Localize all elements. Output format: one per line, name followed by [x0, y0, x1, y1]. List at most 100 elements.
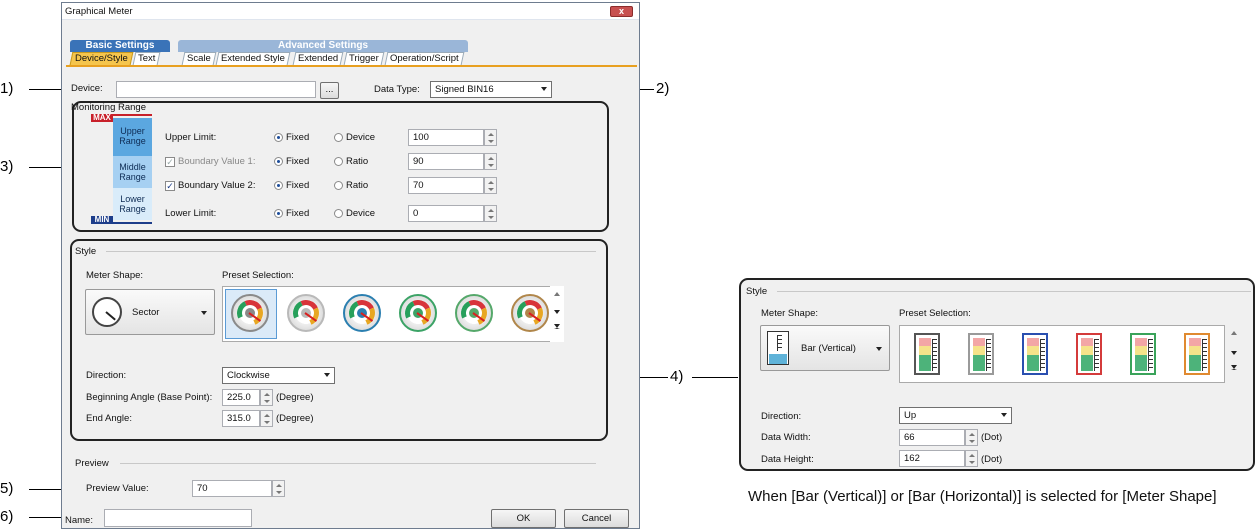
tab-trigger[interactable]: Trigger	[343, 52, 385, 65]
preset-bar-1[interactable]	[914, 333, 940, 375]
upper-limit-spinner[interactable]	[484, 129, 497, 146]
lower-limit-input[interactable]: 0	[408, 205, 484, 222]
boundary-1-ratio-radio[interactable]	[334, 157, 343, 166]
lower-limit-spinner[interactable]	[484, 205, 497, 222]
preset-scrollbar[interactable]	[550, 286, 564, 342]
data-width-spinner[interactable]	[965, 429, 978, 446]
preset-bar-4[interactable]	[1076, 333, 1102, 375]
boundary-1-fixed-radio[interactable]	[274, 157, 283, 166]
bar-direction-value: Up	[904, 410, 917, 421]
preset-sector-2[interactable]	[287, 294, 325, 332]
tab-label: Operation/Script	[390, 53, 459, 64]
bar-vertical-icon	[767, 331, 789, 365]
preview-separator	[120, 463, 596, 464]
device-label: Device:	[71, 83, 103, 94]
scroll-down-icon[interactable]	[1231, 351, 1237, 355]
middle-range-block: Middle Range	[113, 156, 152, 188]
data-height-input[interactable]: 162	[899, 450, 965, 467]
boundary-2-ratio-radio[interactable]	[334, 181, 343, 190]
preset-bar-6[interactable]	[1184, 333, 1210, 375]
end-angle-spinner[interactable]	[260, 410, 273, 427]
scroll-up-icon[interactable]	[1231, 331, 1237, 335]
cancel-button[interactable]: Cancel	[564, 509, 629, 528]
preset-sector-5[interactable]	[455, 294, 493, 332]
lower-limit-device-radio[interactable]	[334, 209, 343, 218]
bar-direction-select[interactable]: Up	[899, 407, 1012, 424]
tab-group-advanced[interactable]: Advanced Settings	[178, 40, 468, 52]
device-input[interactable]	[116, 81, 316, 98]
data-width-input[interactable]: 66	[899, 429, 965, 446]
sector-meter-icon	[92, 297, 122, 327]
preset-sector-4[interactable]	[399, 294, 437, 332]
scroll-end-icon[interactable]	[1231, 365, 1237, 370]
boundary-1-spinner[interactable]	[484, 153, 497, 170]
tab-extended[interactable]: Extended	[292, 52, 344, 65]
data-type-select[interactable]: Signed BIN16	[430, 81, 552, 98]
boundary-2-checkbox[interactable]: ✓	[165, 181, 175, 191]
preview-title: Preview	[75, 458, 109, 469]
tab-label: Extended Style	[221, 53, 285, 64]
scroll-end-icon[interactable]	[554, 324, 560, 329]
preset-sector-1[interactable]	[231, 294, 269, 332]
lower-limit-device-label: Device	[346, 208, 376, 219]
scroll-up-icon[interactable]	[554, 292, 560, 296]
preset-bar-3[interactable]	[1022, 333, 1048, 375]
boundary-1-fixed-label: Fixed	[286, 156, 310, 167]
tab-text[interactable]: Text	[132, 52, 161, 65]
name-input[interactable]	[104, 509, 252, 527]
beginning-angle-unit: (Degree)	[276, 392, 314, 403]
bar-style-panel: Style Meter Shape: Bar (Vertical) Preset…	[739, 278, 1255, 471]
beginning-angle-spinner[interactable]	[260, 389, 273, 406]
bar-preset-list[interactable]	[899, 325, 1225, 383]
tab-scale[interactable]: Scale	[181, 52, 217, 65]
tab-label: Trigger	[349, 53, 379, 64]
upper-limit-device-radio[interactable]	[334, 133, 343, 142]
upper-range-block: Upper Range	[113, 118, 152, 156]
bar-meter-shape-select[interactable]: Bar (Vertical)	[760, 325, 890, 371]
tab-group-basic[interactable]: Basic Settings	[70, 40, 170, 52]
boundary-1-checkbox[interactable]: ✓	[165, 157, 175, 167]
name-label: Name:	[65, 515, 93, 526]
upper-limit-input[interactable]: 100	[408, 129, 484, 146]
preview-value-input[interactable]: 70	[192, 480, 272, 497]
direction-label: Direction:	[86, 370, 127, 381]
preset-selection-list[interactable]	[222, 286, 560, 342]
device-browse-button[interactable]: ...	[320, 82, 339, 99]
close-icon[interactable]: x	[610, 6, 633, 17]
boundary-2-fixed-radio[interactable]	[274, 181, 283, 190]
preset-bar-5[interactable]	[1130, 333, 1156, 375]
scroll-down-icon[interactable]	[554, 310, 560, 314]
preview-value-spinner[interactable]	[272, 480, 285, 497]
bar-preset-scrollbar[interactable]	[1227, 325, 1241, 383]
dialog-title: Graphical Meter	[65, 6, 133, 17]
direction-value: Clockwise	[227, 370, 270, 381]
tab-device-style[interactable]: Device/Style	[69, 52, 134, 65]
data-height-spinner[interactable]	[965, 450, 978, 467]
data-width-label: Data Width:	[761, 432, 811, 443]
ok-button[interactable]: OK	[491, 509, 556, 528]
beginning-angle-label: Beginning Angle (Base Point):	[86, 392, 213, 403]
boundary-2-ratio-label: Ratio	[346, 180, 369, 191]
callout-3: 3)	[0, 158, 14, 175]
lower-limit-fixed-radio[interactable]	[274, 209, 283, 218]
direction-select[interactable]: Clockwise	[222, 367, 335, 384]
beginning-angle-input[interactable]: 225.0	[222, 389, 260, 406]
tab-underline	[66, 65, 637, 67]
boundary-2-input[interactable]: 70	[408, 177, 484, 194]
meter-shape-select[interactable]: Sector	[85, 289, 215, 335]
tab-extended-style[interactable]: Extended Style	[215, 52, 291, 65]
preset-sector-3[interactable]	[343, 294, 381, 332]
preset-sector-6[interactable]	[511, 294, 549, 332]
boundary-2-fixed-label: Fixed	[286, 180, 310, 191]
boundary-2-spinner[interactable]	[484, 177, 497, 194]
upper-limit-fixed-radio[interactable]	[274, 133, 283, 142]
meter-shape-value: Sector	[132, 307, 160, 318]
preset-bar-2[interactable]	[968, 333, 994, 375]
boundary-1-input[interactable]: 90	[408, 153, 484, 170]
tab-operation-script[interactable]: Operation/Script	[384, 52, 465, 65]
end-angle-input[interactable]: 315.0	[222, 410, 260, 427]
title-bar: Graphical Meter x	[62, 3, 639, 20]
data-height-label: Data Height:	[761, 454, 814, 465]
bar-meter-shape-value: Bar (Vertical)	[801, 343, 856, 354]
bar-style-title: Style	[746, 286, 768, 297]
